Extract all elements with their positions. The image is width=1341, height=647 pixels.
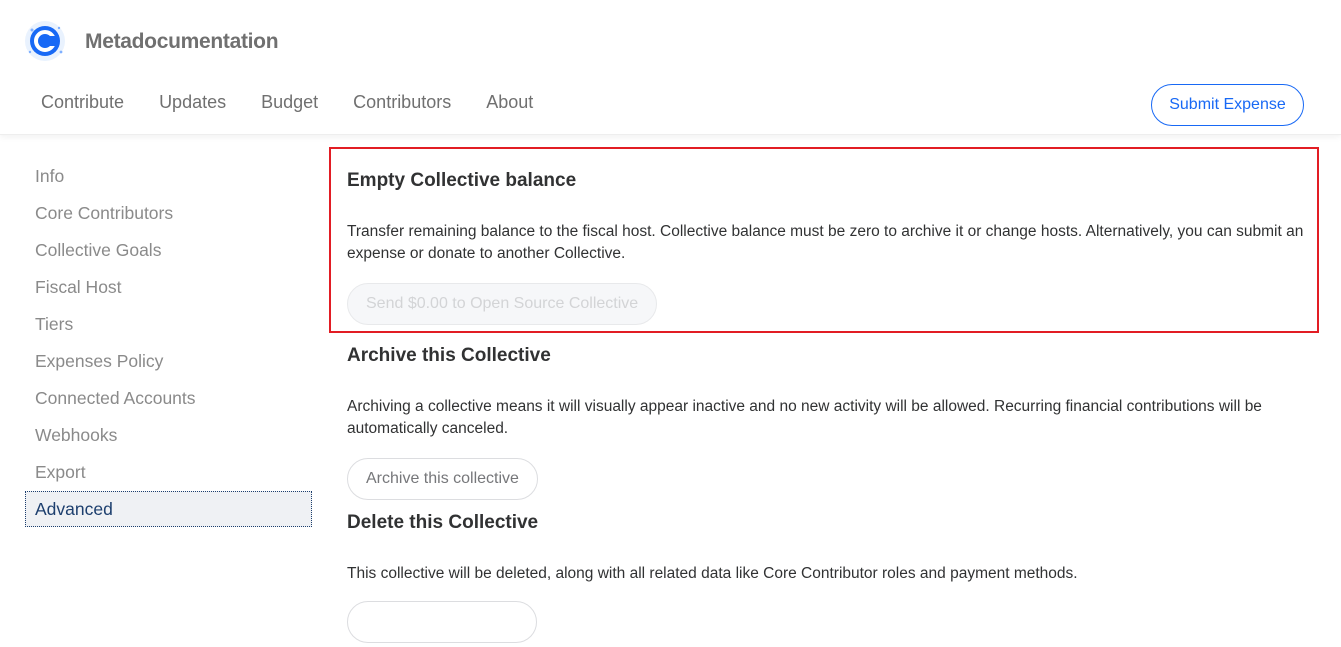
empty-balance-section: Empty Collective balance Transfer remain… <box>347 170 1317 325</box>
archive-section: Archive this Collective Archiving a coll… <box>347 345 1317 500</box>
header: Metadocumentation Contribute Updates Bud… <box>0 0 1341 135</box>
sidebar-item-info[interactable]: Info <box>25 158 312 195</box>
sidebar-item-webhooks[interactable]: Webhooks <box>25 417 312 454</box>
sidebar-item-core-contributors[interactable]: Core Contributors <box>25 195 312 232</box>
empty-balance-title: Empty Collective balance <box>347 170 577 191</box>
empty-balance-text-1: Transfer remaining balance to the fiscal… <box>347 223 1304 240</box>
sidebar-item-connected-accounts[interactable]: Connected Accounts <box>25 380 312 417</box>
delete-section: Delete this Collective This collective w… <box>347 512 1317 647</box>
sidebar-item-fiscal-host[interactable]: Fiscal Host <box>25 269 312 306</box>
sidebar-item-expenses-policy[interactable]: Expenses Policy <box>25 343 312 380</box>
nav-contributors[interactable]: Contributors <box>353 92 451 113</box>
nav-updates[interactable]: Updates <box>159 92 226 113</box>
delete-text: This collective will be deleted, along w… <box>347 565 1078 582</box>
open-collective-logo-icon[interactable] <box>24 20 66 62</box>
archive-title: Archive this Collective <box>347 345 551 366</box>
delete-title: Delete this Collective <box>347 512 539 533</box>
delete-collective-button[interactable] <box>347 601 537 643</box>
sidebar-item-advanced[interactable]: Advanced <box>25 491 312 527</box>
send-balance-button[interactable]: Send $0.00 to Open Source Collective <box>347 283 658 325</box>
main-nav: Contribute Updates Budget Contributors A… <box>41 92 568 113</box>
nav-about[interactable]: About <box>486 92 533 113</box>
collective-title[interactable]: Metadocumentation <box>85 30 279 54</box>
archive-text-2: automatically canceled. <box>347 420 509 437</box>
nav-contribute[interactable]: Contribute <box>41 92 124 113</box>
sidebar-item-collective-goals[interactable]: Collective Goals <box>25 232 312 269</box>
settings-sidebar: Info Core Contributors Collective Goals … <box>25 158 312 527</box>
sidebar-item-tiers[interactable]: Tiers <box>25 306 312 343</box>
sidebar-item-export[interactable]: Export <box>25 454 312 491</box>
nav-budget[interactable]: Budget <box>261 92 318 113</box>
empty-balance-text-2: expense or donate to another Collective. <box>347 245 626 262</box>
submit-expense-button[interactable]: Submit Expense <box>1151 84 1304 126</box>
archive-text-1: Archiving a collective means it will vis… <box>347 398 1262 415</box>
archive-collective-button[interactable]: Archive this collective <box>347 458 538 500</box>
